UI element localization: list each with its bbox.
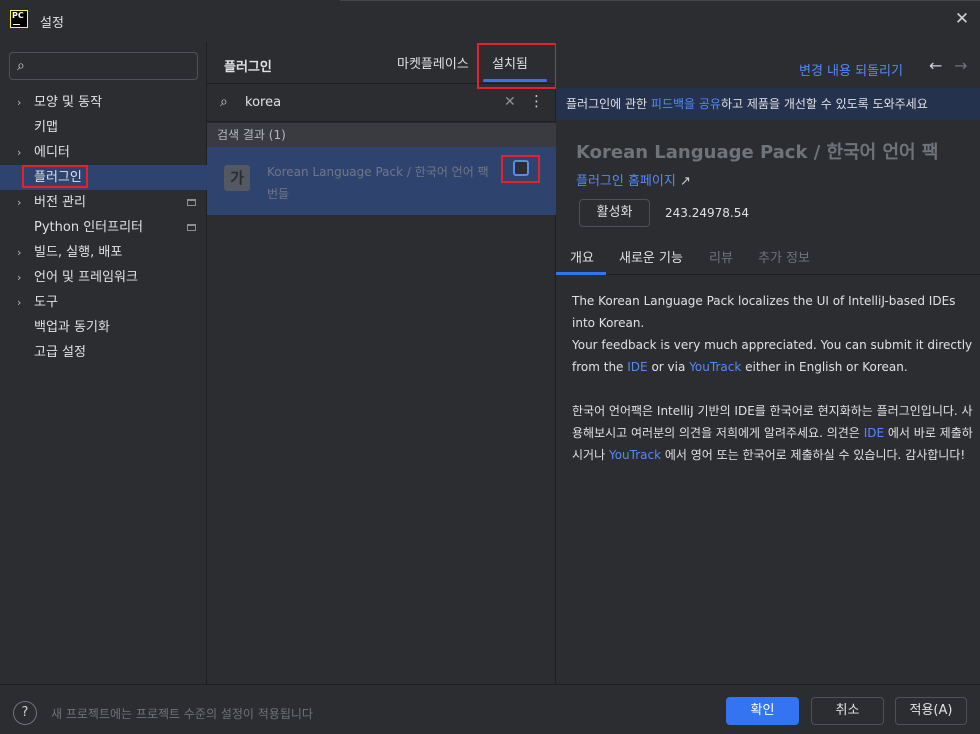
share-feedback-link[interactable]: 피드백을 공유 [651, 97, 721, 111]
search-icon: ⌕ [17, 58, 25, 74]
ide-link[interactable]: IDE [627, 360, 647, 374]
footer-hint: 새 프로젝트에는 프로젝트 수준의 설정이 적용됩니다 [51, 707, 313, 721]
description-text: 에서 영어 또는 한국어로 제출하실 수 있습니다. 감사합니다! [664, 448, 966, 462]
tab-additional-info[interactable]: 추가 정보 [758, 247, 810, 266]
plugin-detail-title: Korean Language Pack / 한국어 언어 팩 [576, 142, 939, 163]
arrow-right-icon[interactable]: → [954, 56, 967, 75]
sidebar-item-python-interpreter[interactable]: Python 인터프리터 [0, 215, 207, 240]
plugin-enable-checkbox[interactable] [513, 160, 529, 176]
apply-button[interactable]: 적용(A) [895, 697, 967, 725]
homepage-label: 플러그인 홈페이지 [576, 174, 676, 189]
sidebar-item-label: 키맵 [34, 120, 58, 135]
arrow-left-icon[interactable]: ← [929, 56, 942, 75]
settings-search-input[interactable]: ⌕ [9, 52, 198, 80]
plugins-title: 플러그인 [224, 60, 272, 75]
clear-icon[interactable]: ✕ [504, 94, 516, 110]
sidebar-item-editor[interactable]: › 에디터 [0, 140, 207, 165]
banner-text: 하고 제품을 개선할 수 있도록 도와주세요 [720, 97, 928, 111]
plugin-homepage-link[interactable]: 플러그인 홈페이지 ↗ [576, 170, 691, 189]
settings-sidebar: ⌕ › 모양 및 동작 키맵 › 에디터 플러그인 › 버전 관리 Python 인터… [0, 42, 207, 684]
tab-active-indicator [556, 272, 606, 275]
description-english: The Korean Language Pack localizes the U… [572, 290, 974, 378]
plugin-name-text: Korean Language Pack / 한국어 언어 팩 [267, 165, 489, 179]
sidebar-item-tools[interactable]: › 도구 [0, 290, 207, 315]
external-link-icon: ↗ [679, 174, 691, 189]
plugin-version: 243.24978.54 [665, 206, 749, 220]
sidebar-item-label: 에디터 [34, 145, 70, 160]
sidebar-item-label: 언어 및 프레임워크 [34, 270, 138, 285]
sidebar-item-label: 플러그인 [34, 170, 82, 185]
close-icon[interactable]: ✕ [954, 11, 970, 28]
tab-marketplace[interactable]: 마켓플레이스 [397, 53, 469, 72]
more-options-icon[interactable]: ⋮ [529, 92, 544, 110]
sidebar-item-label: 고급 설정 [34, 345, 86, 360]
tab-whats-new[interactable]: 새로운 기능 [619, 247, 683, 266]
tab-reviews[interactable]: 리뷰 [709, 247, 733, 266]
chevron-right-icon: › [17, 271, 22, 284]
feedback-banner: 플러그인에 관한 피드백을 공유하고 제품을 개선할 수 있도록 도와주세요 [556, 88, 980, 120]
plugin-icon: 가 [224, 165, 250, 191]
highlight-box-installed [477, 43, 557, 89]
sidebar-item-backup-sync[interactable]: 백업과 동기화 [0, 315, 207, 340]
sidebar-item-build[interactable]: › 빌드, 실행, 배포 [0, 240, 207, 265]
description-text: or via [651, 360, 686, 374]
ide-link[interactable]: IDE [864, 426, 884, 440]
sidebar-item-appearance[interactable]: › 모양 및 동작 [0, 90, 207, 115]
sidebar-item-label: 도구 [34, 295, 58, 310]
plugin-search: ⌕ korea ✕ ⋮ [207, 85, 556, 122]
sidebar-item-label: 백업과 동기화 [34, 320, 110, 335]
youtrack-link[interactable]: YouTrack [609, 448, 661, 462]
plugin-name: Korean Language Pack / 한국어 언어 팩 번들 [267, 161, 499, 205]
search-results-label: 검색 결과 (1) [207, 123, 556, 147]
sidebar-item-keymap[interactable]: 키맵 [0, 115, 207, 140]
sidebar-item-languages[interactable]: › 언어 및 프레임워크 [0, 265, 207, 290]
sidebar-item-label: Python 인터프리터 [34, 220, 143, 235]
banner-text: 플러그인에 관한 [566, 97, 651, 111]
plugins-list-panel: 플러그인 마켓플레이스 설치됨 ⚙ ⌕ korea ✕ ⋮ 검색 결과 (1) … [207, 42, 611, 684]
top-divider [340, 0, 980, 1]
window-title: 설정 [40, 16, 64, 31]
description-text: either in English or Korean. [745, 360, 908, 374]
sidebar-item-label: 모양 및 동작 [34, 95, 103, 110]
ok-button[interactable]: 확인 [726, 697, 799, 725]
title-bar: PC 설정 ✕ [0, 0, 980, 42]
plugin-detail-panel: 변경 내용 되돌리기 ← → 플러그인에 관한 피드백을 공유하고 제품을 개선… [556, 42, 980, 684]
description-korean: 한국어 언어팩은 IntelliJ 기반의 IDE를 한국어로 현지화하는 플러… [572, 400, 974, 466]
chevron-right-icon: › [17, 296, 22, 309]
sidebar-item-version-control[interactable]: › 버전 관리 [0, 190, 207, 215]
revert-changes-link[interactable]: 변경 내용 되돌리기 [799, 60, 903, 79]
chevron-right-icon: › [17, 146, 22, 159]
plugin-description: The Korean Language Pack localizes the U… [572, 290, 974, 488]
search-icon: ⌕ [220, 94, 228, 110]
detail-toolbar: 변경 내용 되돌리기 ← → [556, 42, 980, 88]
description-text: The Korean Language Pack localizes the U… [572, 294, 956, 330]
sidebar-item-advanced[interactable]: 고급 설정 [0, 340, 207, 365]
plugin-bundled-label: 번들 [267, 187, 290, 201]
pycharm-logo-icon: PC [10, 10, 28, 28]
plugin-search-input[interactable]: korea [245, 95, 281, 110]
youtrack-link[interactable]: YouTrack [689, 360, 741, 374]
plugins-header: 플러그인 마켓플레이스 설치됨 ⚙ [207, 42, 611, 89]
logo-text: PC [12, 11, 24, 20]
cancel-button[interactable]: 취소 [811, 697, 884, 725]
enable-button[interactable]: 활성화 [579, 199, 650, 227]
sidebar-item-plugins[interactable]: 플러그인 [0, 165, 207, 190]
sidebar-item-label: 빌드, 실행, 배포 [34, 245, 123, 260]
chevron-right-icon: › [17, 246, 22, 259]
detail-tabs: 개요 새로운 기능 리뷰 추가 정보 [556, 238, 980, 275]
chevron-right-icon: › [17, 96, 22, 109]
project-scope-icon [187, 199, 196, 206]
sidebar-item-label: 버전 관리 [34, 195, 86, 210]
settings-nav: › 모양 및 동작 키맵 › 에디터 플러그인 › 버전 관리 Python 인터프리… [0, 90, 207, 365]
help-icon[interactable]: ? [13, 701, 37, 725]
chevron-right-icon: › [17, 196, 22, 209]
tab-overview[interactable]: 개요 [570, 247, 594, 266]
dialog-footer: ? 새 프로젝트에는 프로젝트 수준의 설정이 적용됩니다 확인 취소 적용(A… [0, 684, 980, 734]
project-scope-icon [187, 224, 196, 231]
plugin-list-item[interactable]: 가 Korean Language Pack / 한국어 언어 팩 번들 [207, 147, 556, 215]
